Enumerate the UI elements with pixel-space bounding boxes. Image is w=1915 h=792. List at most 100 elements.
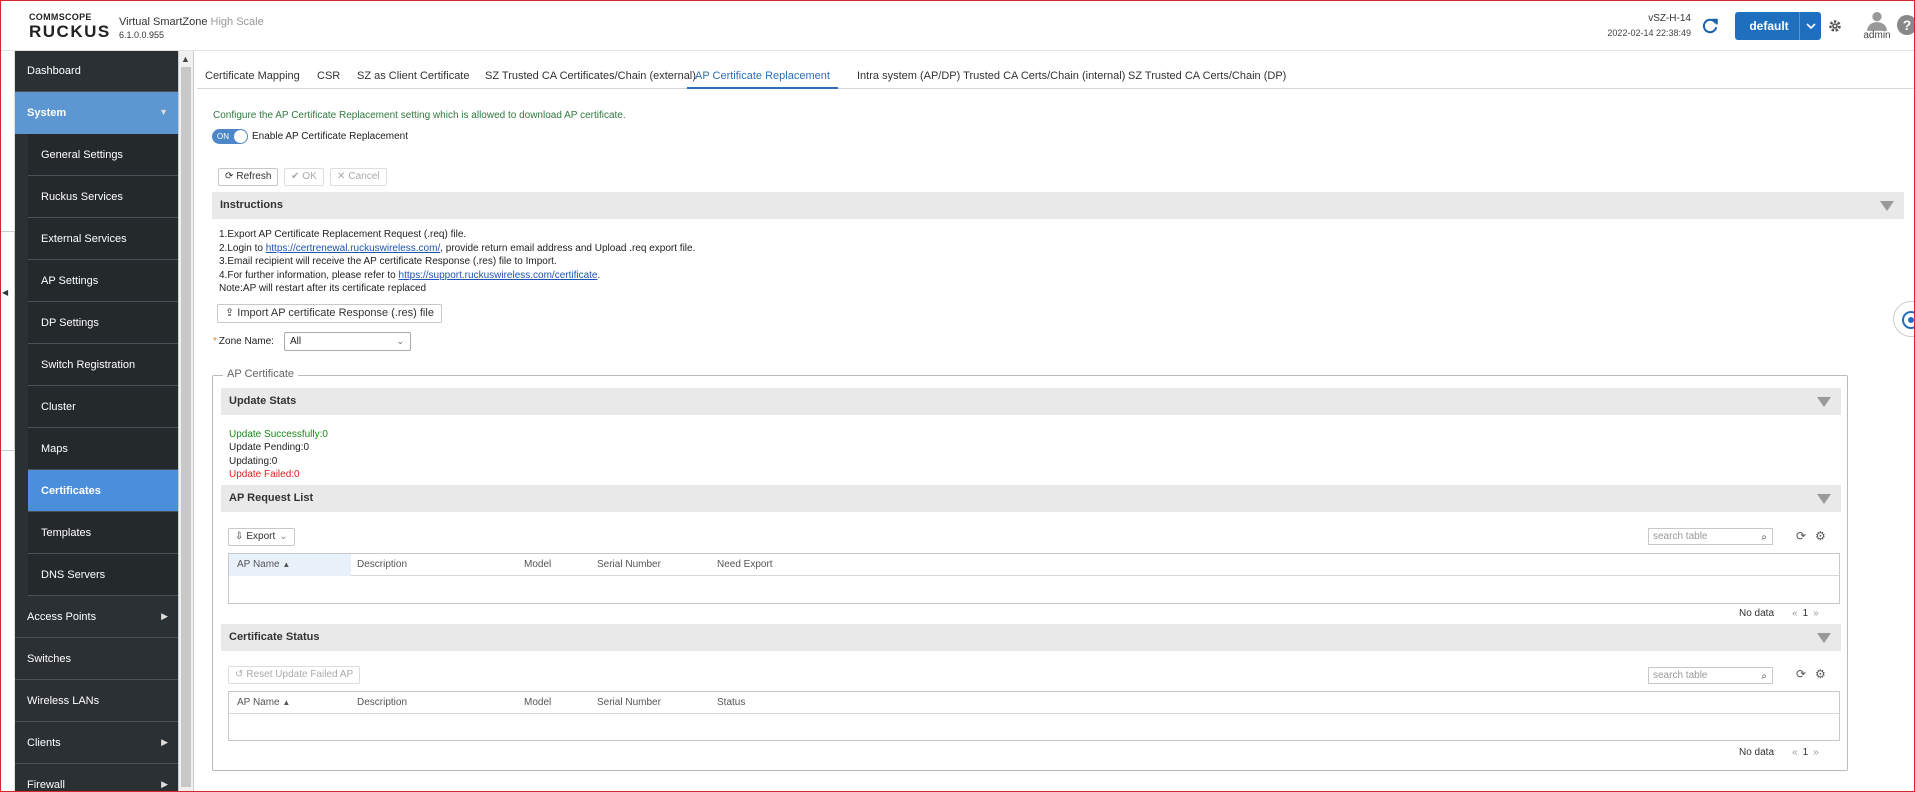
section-title: Instructions bbox=[220, 199, 283, 211]
collapsed-panel[interactable] bbox=[1, 231, 15, 451]
user-name: admin bbox=[1863, 30, 1891, 41]
sidebar-item-label: Ruckus Services bbox=[41, 190, 123, 203]
sidebar-item-label: External Services bbox=[41, 232, 127, 245]
table-refresh-icon[interactable]: ⟳ bbox=[1796, 667, 1806, 681]
tab-ap-certificate-replacement[interactable]: AP Certificate Replacement bbox=[687, 63, 838, 89]
column-header-ap-name[interactable]: AP Name ▲ bbox=[229, 554, 351, 576]
instruction-step-1: 1.Export AP Certificate Replacement Requ… bbox=[219, 229, 467, 240]
sidebar-item-switches[interactable]: Switches bbox=[15, 638, 178, 680]
page-number[interactable]: 1 bbox=[1803, 608, 1809, 619]
zone-value: All bbox=[290, 336, 302, 347]
support-link[interactable]: https://support.ruckuswireless.com/certi… bbox=[399, 270, 598, 281]
ap-request-list-header[interactable]: AP Request List bbox=[221, 485, 1841, 512]
ok-button[interactable]: ✔ OK bbox=[284, 168, 324, 186]
intro-text: Configure the AP Certificate Replacement… bbox=[213, 110, 626, 121]
refresh-button[interactable]: ⟳ Refresh bbox=[218, 168, 279, 186]
import-response-button[interactable]: ⇪ Import AP certificate Response (.res) … bbox=[217, 304, 442, 323]
gear-icon[interactable] bbox=[1827, 18, 1843, 34]
scrollbar-thumb[interactable] bbox=[181, 67, 191, 787]
column-header-serial-number[interactable]: Serial Number bbox=[589, 554, 661, 576]
table-refresh-icon[interactable]: ⟳ bbox=[1796, 529, 1806, 543]
chevron-down-icon: ⌄ bbox=[396, 336, 404, 346]
tab-csr[interactable]: CSR bbox=[317, 63, 340, 89]
refresh-icon[interactable] bbox=[1701, 17, 1719, 35]
sidebar-item-wireless-lans[interactable]: Wireless LANs bbox=[15, 680, 178, 722]
request-search-input[interactable]: search table ⌕ bbox=[1648, 528, 1773, 545]
column-header-description[interactable]: Description bbox=[349, 554, 407, 576]
caret-right-icon: ▶ bbox=[161, 611, 168, 621]
tab-sz-trusted-ca-dp[interactable]: SZ Trusted CA Certs/Chain (DP) bbox=[1128, 63, 1286, 89]
user-menu[interactable]: admin bbox=[1857, 11, 1897, 41]
collapse-triangle-icon[interactable] bbox=[1817, 494, 1831, 504]
collapse-triangle-icon[interactable] bbox=[1817, 397, 1831, 407]
column-header-need-export[interactable]: Need Export bbox=[709, 554, 773, 576]
sidebar-item-ap-settings[interactable]: AP Settings bbox=[28, 260, 178, 302]
caret-left-icon[interactable]: ◀ bbox=[2, 288, 8, 297]
prev-page-icon[interactable]: « bbox=[1792, 747, 1798, 758]
sidebar-item-dp-settings[interactable]: DP Settings bbox=[28, 302, 178, 344]
sidebar-item-cluster[interactable]: Cluster bbox=[28, 386, 178, 428]
column-header-model[interactable]: Model bbox=[516, 554, 551, 576]
tab-sz-client-certificate[interactable]: SZ as Client Certificate bbox=[357, 63, 469, 89]
certificate-status-table: AP Name ▲ Description Model Serial Numbe… bbox=[228, 691, 1840, 741]
sidebar-item-label: Templates bbox=[41, 526, 92, 539]
sidebar-item-external-services[interactable]: External Services bbox=[28, 218, 178, 260]
certrenewal-link[interactable]: https://certrenewal.ruckuswireless.com/ bbox=[266, 243, 441, 254]
sidebar-scrollbar[interactable]: ▲ bbox=[178, 51, 194, 791]
export-button[interactable]: ⇩ Export ⌄ bbox=[228, 528, 295, 546]
sidebar-item-access-points[interactable]: Access Points ▶ bbox=[15, 596, 178, 638]
sidebar-item-clients[interactable]: Clients ▶ bbox=[15, 722, 178, 764]
scroll-up-icon[interactable]: ▲ bbox=[181, 54, 190, 64]
export-label: Export bbox=[246, 531, 276, 542]
search-placeholder: search table bbox=[1653, 670, 1708, 681]
search-icon[interactable]: ⌕ bbox=[1761, 669, 1767, 684]
column-header-serial-number[interactable]: Serial Number bbox=[589, 692, 661, 714]
update-stats-header[interactable]: Update Stats bbox=[221, 388, 1841, 415]
ap-request-table: AP Name ▲ Description Model Serial Numbe… bbox=[228, 553, 1840, 604]
check-icon: ✔ bbox=[291, 171, 300, 182]
next-page-icon[interactable]: » bbox=[1813, 608, 1819, 619]
sidebar-item-dns-servers[interactable]: DNS Servers bbox=[28, 554, 178, 596]
collapse-triangle-icon[interactable] bbox=[1880, 201, 1894, 211]
reset-update-failed-button[interactable]: ↺ Reset Update Failed AP bbox=[228, 666, 361, 684]
stat-update-pending: Update Pending:0 bbox=[229, 442, 310, 453]
certificate-status-header[interactable]: Certificate Status bbox=[221, 624, 1841, 651]
tab-certificate-mapping[interactable]: Certificate Mapping bbox=[205, 63, 300, 89]
sidebar-item-general-settings[interactable]: General Settings bbox=[28, 134, 178, 176]
page-number[interactable]: 1 bbox=[1803, 747, 1809, 758]
step-4-text-end: . bbox=[597, 270, 601, 281]
zone-name-select[interactable]: All ⌄ bbox=[284, 332, 411, 351]
refresh-icon: ⟳ bbox=[225, 171, 234, 182]
sidebar-item-maps[interactable]: Maps bbox=[28, 428, 178, 470]
next-page-icon[interactable]: » bbox=[1813, 747, 1819, 758]
table-settings-gear-icon[interactable]: ⚙ bbox=[1815, 667, 1826, 681]
table-settings-gear-icon[interactable]: ⚙ bbox=[1815, 529, 1826, 543]
sidebar-item-switch-registration[interactable]: Switch Registration bbox=[28, 344, 178, 386]
enable-toggle[interactable]: ON bbox=[212, 129, 248, 144]
sidebar-item-templates[interactable]: Templates bbox=[28, 512, 178, 554]
tab-sz-trusted-ca-external[interactable]: SZ Trusted CA Certificates/Chain (extern… bbox=[485, 63, 696, 89]
column-header-description[interactable]: Description bbox=[349, 692, 407, 714]
sidebar-item-certificates[interactable]: Certificates bbox=[28, 470, 178, 512]
status-search-input[interactable]: search table ⌕ bbox=[1648, 667, 1773, 684]
prev-page-icon[interactable]: « bbox=[1792, 608, 1798, 619]
column-label: AP Name bbox=[237, 697, 280, 708]
column-header-status[interactable]: Status bbox=[709, 692, 745, 714]
column-header-model[interactable]: Model bbox=[516, 692, 551, 714]
sidebar-item-firewall[interactable]: Firewall ▶ bbox=[15, 764, 178, 791]
cancel-button[interactable]: ✕ Cancel bbox=[330, 168, 387, 186]
step-2-text: 2.Login to bbox=[219, 243, 266, 254]
instruction-step-4: 4.For further information, please refer … bbox=[219, 270, 600, 281]
sidebar-item-ruckus-services[interactable]: Ruckus Services bbox=[28, 176, 178, 218]
sidebar-item-system[interactable]: System ▼ bbox=[15, 92, 178, 134]
domain-selector-button[interactable]: default bbox=[1735, 12, 1821, 40]
collapse-triangle-icon[interactable] bbox=[1817, 633, 1831, 643]
sidebar-item-dashboard[interactable]: Dashboard bbox=[15, 51, 178, 92]
reset-icon: ↺ bbox=[235, 669, 244, 680]
column-header-ap-name[interactable]: AP Name ▲ bbox=[229, 692, 351, 714]
instructions-header[interactable]: Instructions bbox=[212, 192, 1904, 219]
user-avatar-icon bbox=[1867, 11, 1887, 31]
help-icon[interactable]: ? bbox=[1897, 15, 1914, 35]
tab-intra-system-trusted-ca[interactable]: Intra system (AP/DP) Trusted CA Certs/Ch… bbox=[857, 63, 1125, 89]
search-icon[interactable]: ⌕ bbox=[1761, 530, 1767, 545]
